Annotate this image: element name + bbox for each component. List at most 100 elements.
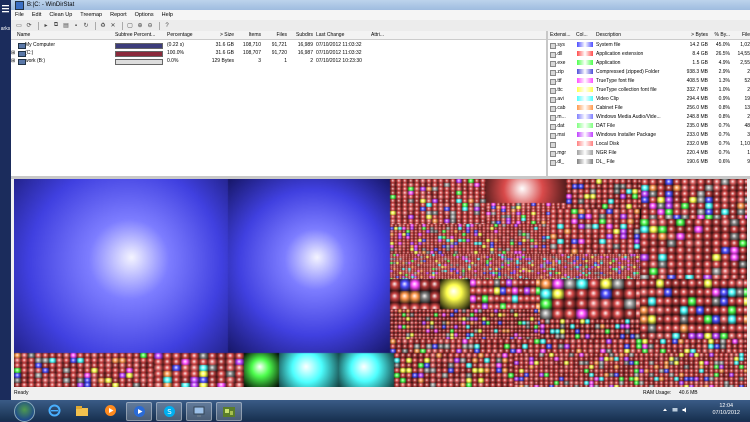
menu-help[interactable]: Help [162,12,173,18]
col-percent-bytes[interactable]: % By... [710,31,730,39]
directory-tree[interactable]: Name Subtree Percent... Percentage > Siz… [11,31,548,176]
ext-name: .ttf [556,78,562,84]
taskbar-network-button[interactable] [186,402,212,421]
col-subdirs[interactable]: Subdirs [289,31,313,39]
ext-bytes: 248.8 MB [686,114,708,120]
extension-row[interactable]: .m... Windows Media Audio/Vide... 248.8 MB… [548,113,750,121]
menu-clean-up[interactable]: Clean Up [49,12,72,18]
ext-description: TrueType font file [596,78,635,84]
ext-bytes: 14.2 GB [689,42,708,48]
ext-files: 1 [747,150,750,156]
col-attributes[interactable]: Attri... [371,31,401,39]
taskbar-app-button[interactable] [126,402,152,421]
col-files[interactable]: Files [263,31,287,39]
row-size: 129 Bytes [211,58,234,64]
extension-row[interactable]: .avi Video Clip 294.4 MB 0.9% 19 [548,95,750,103]
explorer-icon[interactable]: ▤ [62,22,70,30]
zoom-out-icon[interactable]: ⊖ [146,22,154,30]
menu-icon[interactable] [1,4,10,13]
tray-arrow-icon[interactable] [662,407,668,413]
tree-row[interactable]: My Computer (0.22 s) 31.6 GB 108,710 91,721 1… [11,41,546,49]
menu-edit[interactable]: Edit [32,12,41,18]
treemap[interactable] [14,179,747,387]
ext-bytes: 256.0 MB [686,105,708,111]
row-attributes [371,57,401,65]
play-icon[interactable]: ▸ [42,22,50,30]
extension-row[interactable]: Local Disk 232.0 MB 0.7% 1,10 [548,140,750,148]
recycle-icon[interactable]: ♻ [99,22,107,30]
expander-icon[interactable] [11,41,17,49]
open-icon[interactable]: ▭ [15,22,23,30]
ext-name [556,140,574,148]
col-percentage[interactable]: Percentage [167,31,207,39]
ext-bytes: 232.0 MB [686,141,708,147]
windirstat-window: B:|C: - WinDirStat File Edit Clean Up Tr… [11,0,750,400]
col-size[interactable]: > Size [209,31,234,39]
taskbar-windirstat-button[interactable] [216,402,242,421]
tray-network-icon[interactable] [672,407,678,413]
row-name: (C:) [25,50,34,56]
ext-bytes: 220.4 MB [686,150,708,156]
taskbar: S 12:04 07/10/2012 [0,400,750,422]
row-last-change: 07/10/2012 11:03:32 [316,42,362,48]
zoom-in-icon[interactable]: ⊕ [136,22,144,30]
col-items[interactable]: Items [237,31,261,39]
col-extension[interactable]: Extensi... [550,31,572,39]
col-last-change[interactable]: Last Change [316,31,364,39]
extension-row[interactable]: .exe Application 1.5 GB 4.9% 2,55 [548,59,750,67]
extension-row[interactable]: .cab Cabinet File 256.0 MB 0.8% 13 [548,104,750,112]
ext-percent: 0.7% [718,132,730,138]
tray-volume-icon[interactable] [682,407,688,413]
extension-row[interactable]: .ttf TrueType font file 408.5 MB 1.3% 52 [548,77,750,85]
col-subtree-percent[interactable]: Subtree Percent... [115,31,165,39]
ext-description: NGR File [596,150,617,156]
cmd-icon[interactable]: ▪ [72,22,80,30]
delete-icon[interactable]: ✕ [109,22,117,30]
extension-list[interactable]: Extensi... Col... Description > Bytes % … [548,31,750,176]
ext-files: 9 [747,159,750,165]
start-button[interactable] [14,401,35,422]
ext-files: 48 [744,123,750,129]
ext-files: 1,02 [740,42,750,48]
help-icon[interactable]: ? [163,22,171,30]
properties-icon[interactable]: ▢ [126,22,134,30]
rescan-icon[interactable]: ⟳ [25,22,33,30]
col-bytes[interactable]: > Bytes [670,31,708,39]
taskbar-skype-button[interactable]: S [156,402,182,421]
color-swatch [577,60,593,65]
expander-icon[interactable]: ⊞ [11,57,17,65]
col-description[interactable]: Description [596,31,666,39]
row-name: My Computer [25,42,56,48]
taskbar-ie-button[interactable] [42,402,66,419]
copy-icon[interactable]: ⧉ [52,22,60,30]
file-type-icon [550,52,556,58]
ext-bytes: 938.3 MB [686,69,708,75]
menu-options[interactable]: Options [135,12,154,18]
refresh-icon[interactable]: ↻ [82,22,90,30]
extension-row[interactable]: .dat DAT File 235.0 MB 0.7% 48 [548,122,750,130]
extension-row[interactable]: .zip Compressed (zipped) Folder 938.3 MB 2.… [548,68,750,76]
col-files-count[interactable]: File [732,31,750,39]
tree-row[interactable]: ⊞ (C:) 100.0% 31.6 GB 108,707 91,720 16,987 07/… [11,49,546,57]
system-clock[interactable]: 12:04 07/10/2012 [712,403,740,417]
file-type-icon [550,160,556,166]
taskbar-media-player-button[interactable] [98,402,122,419]
menu-file[interactable]: File [15,12,24,18]
extension-row[interactable]: .mgr NGR File 220.4 MB 0.7% 1 [548,149,750,157]
tree-row[interactable]: ⊞ work (B:) 0.0% 129 Bytes 3 1 2 07/10/2012 10:… [11,57,546,65]
taskbar-explorer-button[interactable] [70,402,94,419]
extension-row[interactable]: .dll Application extension 8.4 GB 26.5% 14,5… [548,50,750,58]
extension-row[interactable]: .ttc TrueType collection font file 332.7 M… [548,86,750,94]
extension-row[interactable]: .dl_ DL_ File 190.6 MB 0.6% 9 [548,158,750,166]
expander-icon[interactable]: ⊞ [11,49,17,57]
col-color[interactable]: Col... [576,31,594,39]
ext-bytes: 190.6 MB [686,159,708,165]
ext-percent: 1.0% [718,87,730,93]
menu-report[interactable]: Report [110,12,127,18]
app-icon [15,0,24,10]
title-bar[interactable]: B:|C: - WinDirStat [11,0,750,10]
col-name[interactable]: Name [17,31,107,39]
menu-treemap[interactable]: Treemap [80,12,102,18]
extension-row[interactable]: .sys System file 14.2 GB 45.0% 1,02 [548,41,750,49]
extension-row[interactable]: .msi Windows Installer Package 233.0 MB 0.7… [548,131,750,139]
